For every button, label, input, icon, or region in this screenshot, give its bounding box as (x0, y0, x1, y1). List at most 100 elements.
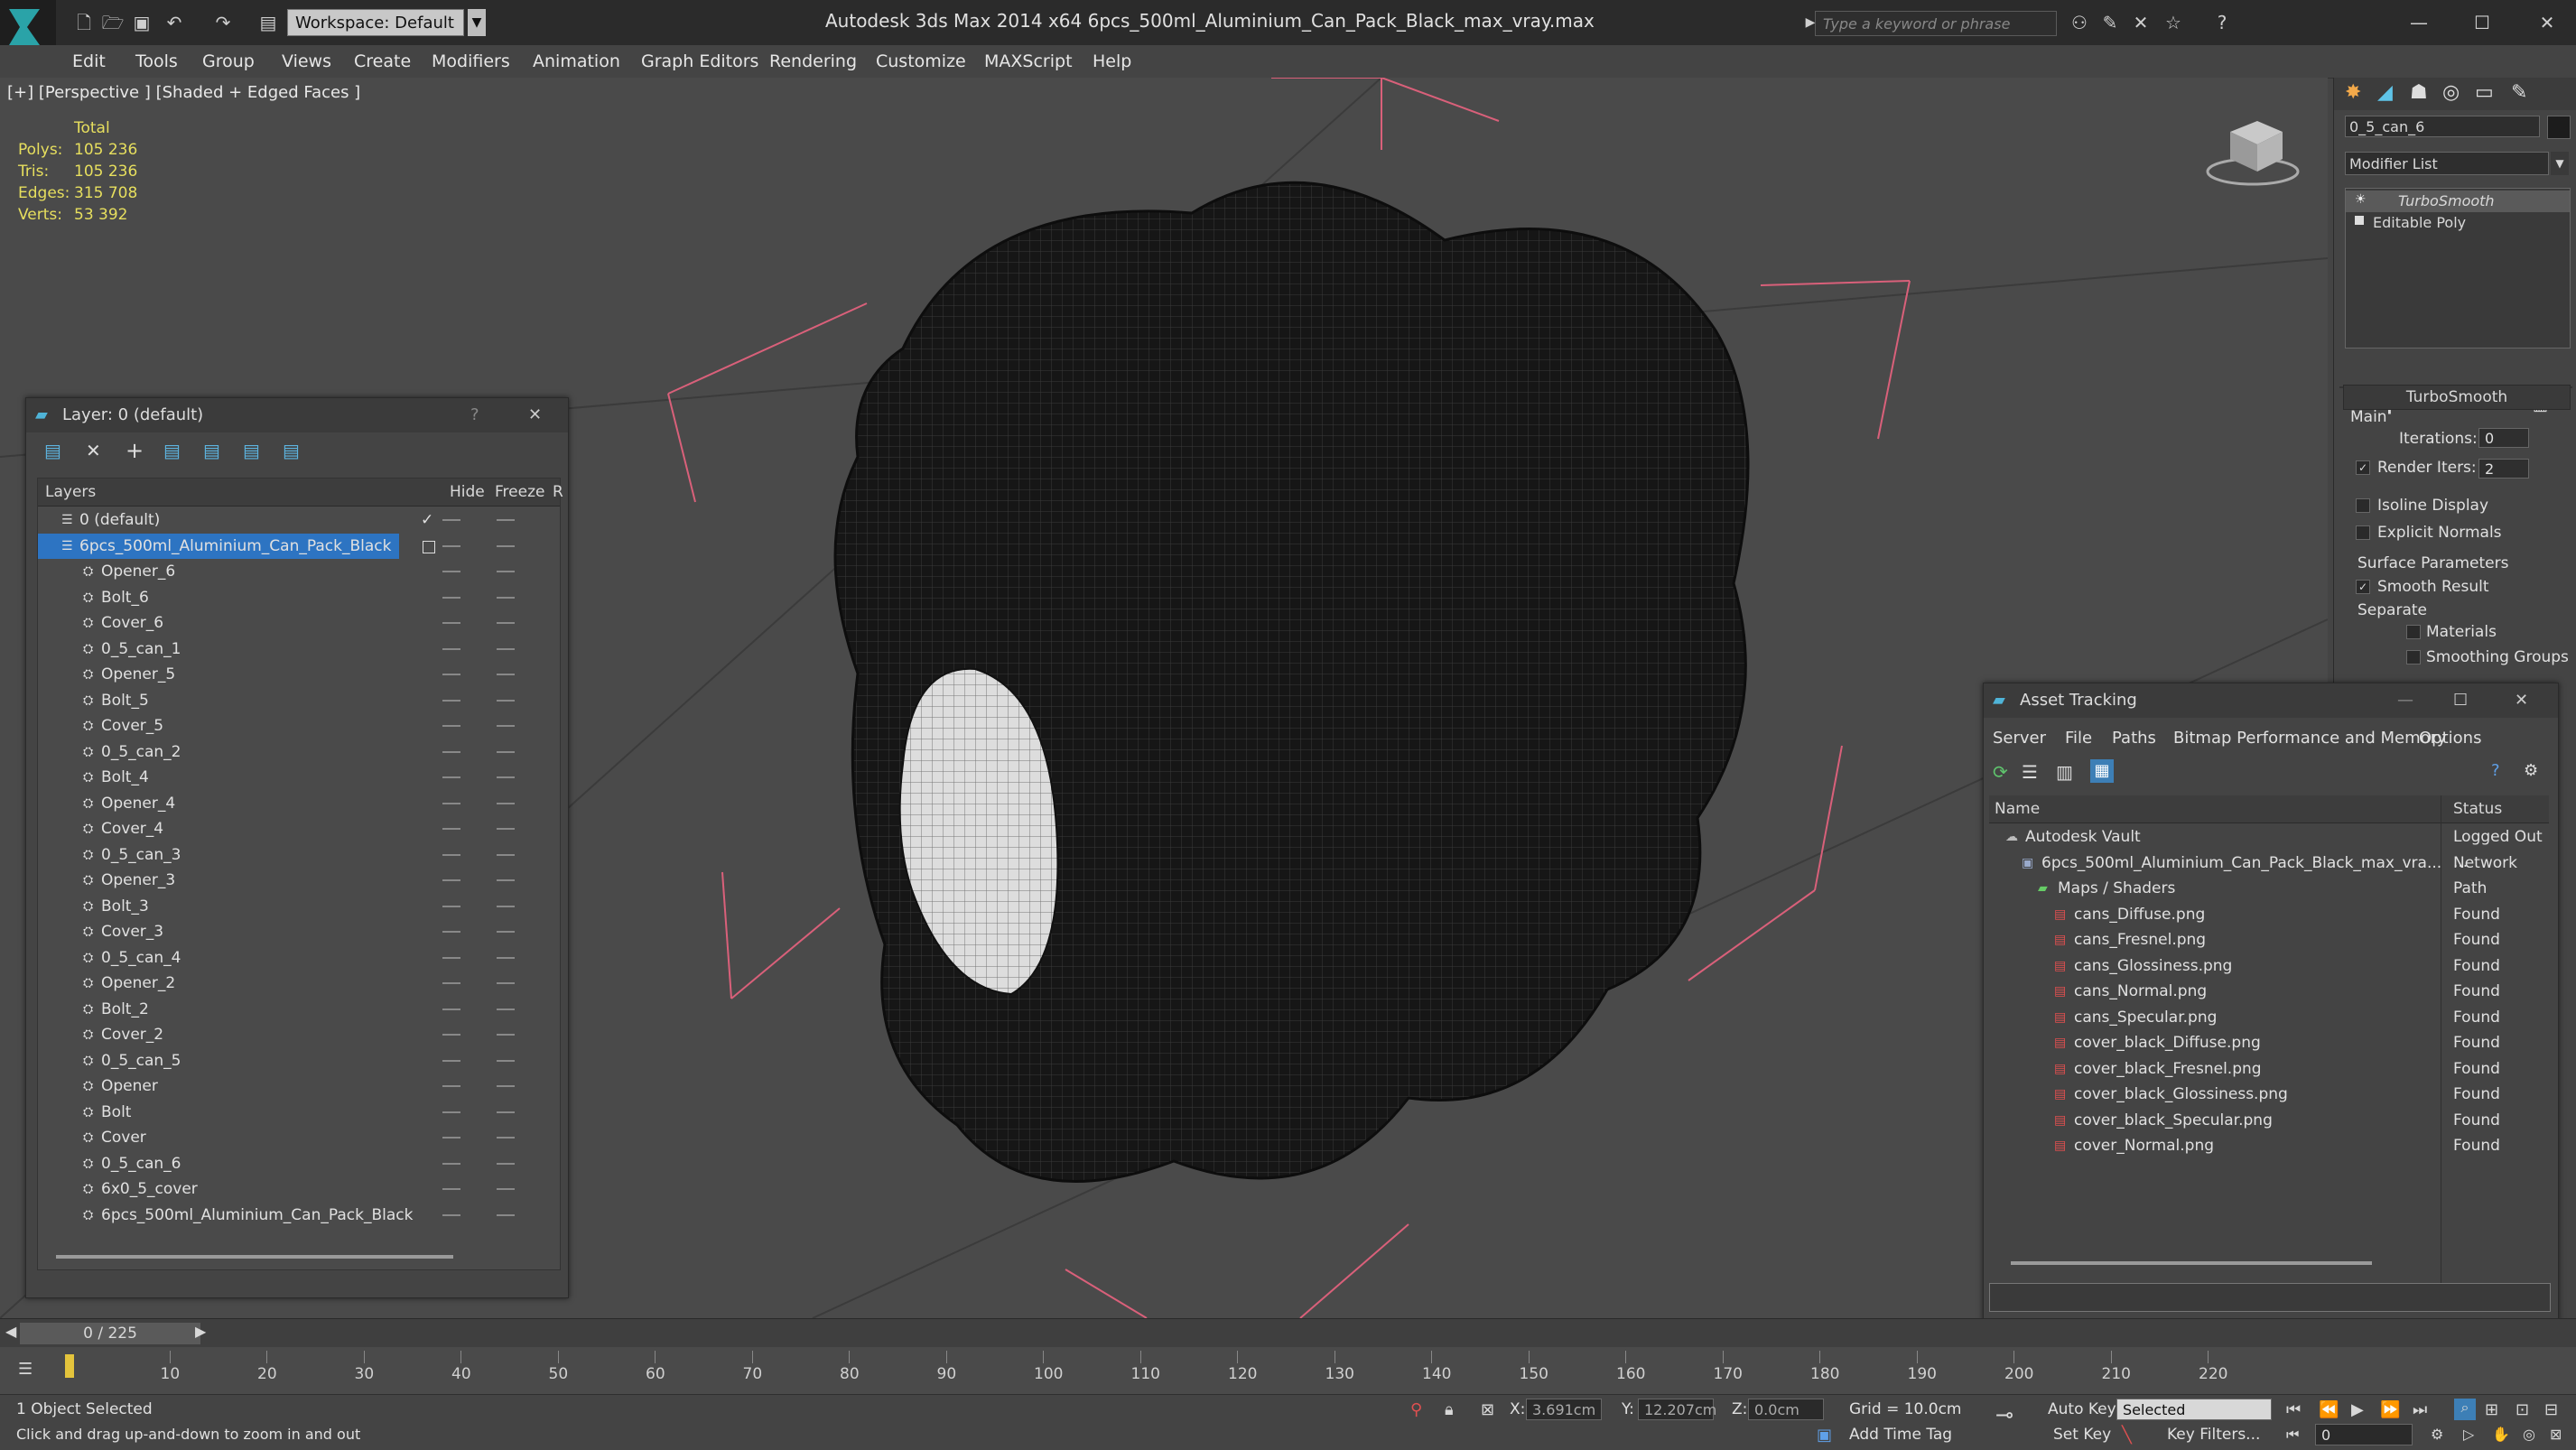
go-to-start-small-icon[interactable]: ⏮ (2286, 1426, 2299, 1444)
layer-row[interactable]: ⛭ Opener_4 (38, 791, 565, 816)
isoline-display-checkbox[interactable] (2356, 498, 2370, 513)
hide-toggle[interactable] (442, 1059, 460, 1062)
grid-view-icon[interactable]: ▦ (2090, 759, 2114, 783)
new-file-icon[interactable]: 🗋 (72, 11, 96, 34)
hide-toggle[interactable] (442, 853, 460, 856)
next-frame-icon[interactable]: ▶ (195, 1323, 206, 1340)
explicit-normals-checkbox[interactable] (2356, 525, 2370, 540)
hide-toggle[interactable] (442, 622, 460, 624)
select-in-layer-icon[interactable]: ▤ (163, 440, 181, 461)
hide-toggle[interactable] (442, 1213, 460, 1216)
hide-toggle[interactable] (442, 1111, 460, 1113)
menu-modifiers[interactable]: Modifiers (432, 45, 510, 78)
maximize-viewport-icon[interactable]: ⊠ (2550, 1426, 2562, 1443)
layer-row[interactable]: ⛭ Opener_5 (38, 662, 565, 687)
layer-row[interactable]: ⛭ Opener_2 (38, 971, 565, 996)
layer-row[interactable]: ⛭ 0_5_can_1 (38, 637, 565, 662)
settings-icon[interactable]: ⚙ (2524, 761, 2538, 780)
asset-row[interactable]: ▤ cover_Normal.png Found (1989, 1133, 2549, 1158)
open-file-icon[interactable]: 🗁 (101, 11, 125, 34)
freeze-toggle[interactable] (497, 519, 515, 521)
stack-item-editable-poly[interactable]: Editable Poly (2346, 212, 2570, 234)
motion-tab-icon[interactable]: ◎ (2442, 81, 2460, 104)
hide-toggle[interactable] (442, 1162, 460, 1165)
key-mode-dropdown[interactable]: Selected (2116, 1399, 2272, 1420)
modifier-list-dropdown[interactable]: Modifier List (2345, 152, 2549, 175)
layer-row[interactable]: ⛭ Bolt (38, 1100, 565, 1125)
hide-all-layers-icon[interactable]: ▤ (243, 440, 260, 461)
freeze-toggle[interactable] (497, 776, 515, 778)
col-hide[interactable]: Hide (450, 479, 485, 506)
freeze-toggle[interactable] (497, 879, 515, 881)
freeze-toggle[interactable] (497, 1059, 515, 1062)
active-layer-check-icon[interactable]: ✓ (421, 507, 433, 533)
save-file-icon[interactable]: ▣ (130, 11, 153, 34)
menu-tools[interactable]: Tools (135, 45, 178, 78)
track-bar[interactable]: ☰ 10 20 30 40 50 60 70 80 90 100 110 120 130 140 150 16… (0, 1347, 2576, 1394)
asset-row[interactable]: ▤ cover_black_Fresnel.png Found (1989, 1056, 2549, 1082)
layer-row[interactable]: ⛭ Bolt_2 (38, 997, 565, 1022)
render-iters-checkbox[interactable]: ✓ (2356, 460, 2370, 475)
asset-tracking-titlebar[interactable]: ▰ Asset Tracking — ☐ ✕ (1984, 683, 2558, 718)
layer-row[interactable]: ⛭ Bolt_5 (38, 688, 565, 713)
time-config-icon[interactable]: ⚙ (2431, 1426, 2443, 1443)
freeze-toggle[interactable] (497, 802, 515, 804)
freeze-toggle[interactable] (497, 750, 515, 753)
project-folder-icon[interactable]: ▤ (256, 11, 280, 34)
menu-graph-editors[interactable]: Graph Editors (641, 45, 758, 78)
hide-toggle[interactable] (442, 596, 460, 599)
hide-toggle[interactable] (442, 931, 460, 933)
freeze-toggle[interactable] (497, 647, 515, 650)
menu-rendering[interactable]: Rendering (769, 45, 857, 78)
hide-toggle[interactable] (442, 750, 460, 753)
create-tab-icon[interactable]: ✸ (2345, 81, 2361, 104)
hide-toggle[interactable] (442, 699, 460, 702)
absolute-mode-icon[interactable]: ⊠ (1481, 1400, 1494, 1419)
col-name[interactable]: Name (1995, 795, 2040, 823)
exchange-icon[interactable]: ✕ (2129, 11, 2153, 34)
hide-toggle[interactable] (442, 956, 460, 959)
viewport-label[interactable]: [+] [Perspective ] [Shaded + Edged Faces… (7, 83, 360, 102)
freeze-toggle[interactable] (497, 905, 515, 907)
materials-checkbox[interactable] (2406, 625, 2421, 639)
freeze-toggle[interactable] (497, 853, 515, 856)
chevron-down-icon[interactable]: ▼ (2551, 152, 2569, 175)
workspace-dropdown[interactable]: Workspace: Default (287, 9, 464, 36)
hide-toggle[interactable] (442, 828, 460, 830)
rollout-turbosmooth[interactable]: TurboSmooth (2343, 385, 2571, 410)
close-icon[interactable]: ✕ (528, 398, 542, 432)
hide-toggle[interactable] (442, 776, 460, 778)
menu-edit[interactable]: Edit (72, 45, 106, 78)
menu-options[interactable]: Options (2419, 729, 2481, 748)
layer-row[interactable]: ⛭ 6x0_5_cover (38, 1176, 565, 1202)
col-layers[interactable]: Layers (45, 479, 96, 506)
layer-row[interactable]: ☰ 0 (default) ✓ (38, 507, 565, 533)
col-status[interactable]: Status (2453, 795, 2502, 823)
layer-row[interactable]: ⛭ Cover_2 (38, 1022, 565, 1047)
communication-icon[interactable]: ✎ (2098, 11, 2122, 34)
hide-toggle[interactable] (442, 905, 460, 907)
asset-row[interactable]: ▤ cover_black_Glossiness.png Found (1989, 1082, 2549, 1107)
lightbulb-icon[interactable]: ☀ (2355, 192, 2367, 207)
menu-customize[interactable]: Customize (876, 45, 966, 78)
freeze-all-layers-icon[interactable]: ▤ (283, 440, 300, 461)
time-tag-icon[interactable]: ▣ (1817, 1426, 1832, 1445)
hide-toggle[interactable] (442, 519, 460, 521)
freeze-toggle[interactable] (497, 1034, 515, 1036)
object-color-swatch[interactable] (2547, 116, 2571, 139)
hide-toggle[interactable] (442, 802, 460, 804)
layer-row[interactable]: ⛭ Cover_4 (38, 816, 565, 841)
menu-file[interactable]: File (2065, 729, 2092, 748)
minimize-icon[interactable]: — (2397, 683, 2413, 718)
binoculars-icon[interactable]: ⚇ (2068, 11, 2091, 34)
help-icon[interactable]: ? (2210, 11, 2234, 34)
close-icon[interactable]: ✕ (2515, 683, 2528, 718)
asset-row[interactable]: ▤ cans_Fresnel.png Found (1989, 927, 2549, 953)
freeze-toggle[interactable] (497, 931, 515, 933)
freeze-toggle[interactable] (497, 982, 515, 984)
freeze-toggle[interactable] (497, 1162, 515, 1165)
freeze-toggle[interactable] (497, 571, 515, 572)
layer-row[interactable]: ⛭ 0_5_can_2 (38, 739, 565, 765)
hide-toggle[interactable] (442, 1034, 460, 1036)
layer-row[interactable]: ⛭ 0_5_can_3 (38, 842, 565, 868)
